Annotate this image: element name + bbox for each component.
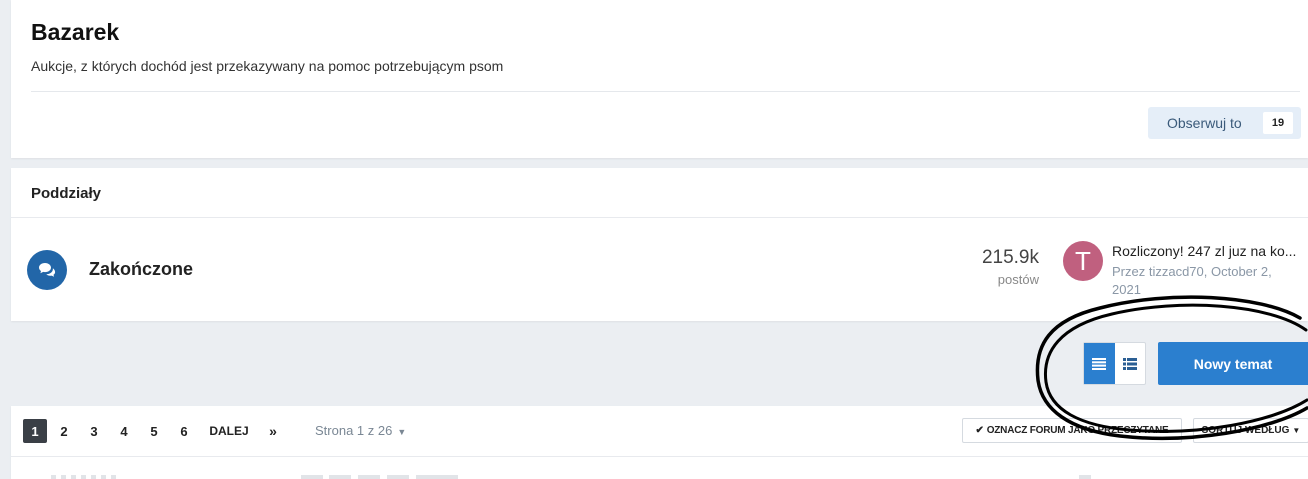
topic-row <box>11 466 1308 479</box>
divider <box>31 91 1300 92</box>
divider <box>11 217 1308 218</box>
last-page-link[interactable]: » <box>264 419 282 443</box>
follow-label: Obserwuj to <box>1167 115 1242 131</box>
subforum-link[interactable]: Zakończone <box>89 259 193 280</box>
avatar[interactable]: T <box>1063 241 1103 281</box>
posts-count: 215.9k <box>981 247 1039 268</box>
subforums-heading: Poddziały <box>31 185 102 202</box>
last-post-link[interactable]: Rozliczony! 247 zl juz na ko... <box>1112 243 1308 259</box>
forum-header: Bazarek Aukcje, z których dochód jest pr… <box>11 0 1308 158</box>
caret-down-icon: ▼ <box>397 427 407 437</box>
next-page-link[interactable]: DALEJ <box>207 419 251 443</box>
page-link[interactable]: 5 <box>144 419 164 443</box>
posts-label: postów <box>997 272 1039 287</box>
page-jump-dropdown[interactable]: Strona 1 z 26 ▼ <box>315 423 406 438</box>
page-link[interactable]: 6 <box>174 419 194 443</box>
page-link[interactable]: 4 <box>114 419 134 443</box>
page-description: Aukcje, z których dochód jest przekazywa… <box>31 58 504 74</box>
follow-button[interactable]: Obserwuj to 19 <box>1148 107 1301 139</box>
page-indicator-label: Strona 1 z 26 <box>315 423 393 438</box>
follower-count-badge: 19 <box>1263 112 1293 134</box>
check-icon: ✔ <box>975 425 984 436</box>
page-link-current[interactable]: 1 <box>23 419 47 443</box>
comments-icon <box>27 250 67 290</box>
page-title: Bazarek <box>31 19 120 45</box>
page-link[interactable]: 3 <box>84 419 104 443</box>
page-link[interactable]: 2 <box>54 419 74 443</box>
hand-drawn-circle <box>1035 295 1308 440</box>
divider <box>11 456 1308 457</box>
